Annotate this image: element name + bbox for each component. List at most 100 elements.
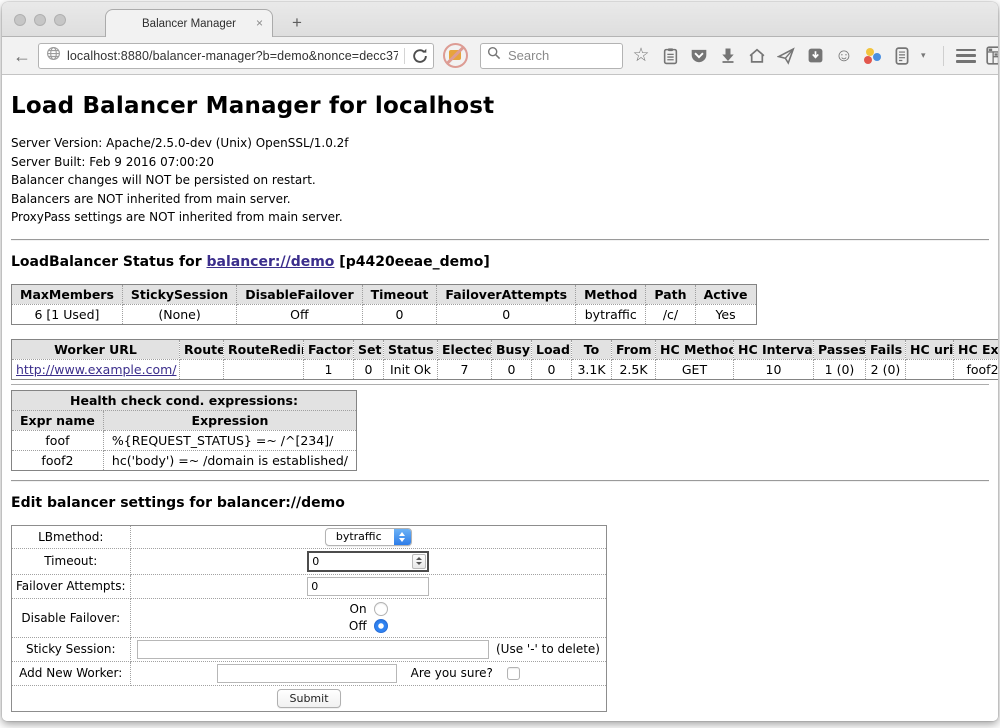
chat-smiley-icon[interactable]: ☺ [834, 46, 854, 66]
header-cell: DisableFailover [237, 284, 362, 304]
radio-on-label: On [350, 602, 367, 616]
minimize-window-button[interactable] [34, 14, 46, 26]
header-cell: Busy [492, 339, 532, 359]
form-row-disable-failover: Disable Failover: On Off [12, 598, 607, 637]
submit-button[interactable]: Submit [277, 689, 340, 708]
inherit-warning-line: Balancers are NOT inherited from main se… [11, 190, 989, 209]
reload-icon[interactable] [411, 47, 429, 65]
notes-panel-icon[interactable] [892, 46, 912, 66]
cell: Yes [695, 304, 756, 324]
health-check-table: Health check cond. expressions: Expr nam… [11, 390, 357, 471]
url-bar[interactable]: localhost:8880/balancer-manager?b=demo&n… [38, 43, 434, 69]
back-button[interactable]: ← [10, 44, 34, 68]
toolbar-separator [943, 46, 944, 66]
cell: foof [12, 430, 104, 450]
header-cell: Load [532, 339, 572, 359]
table-row: http://www.example.com/ 1 0 Init Ok 7 0 … [12, 359, 999, 379]
site-identity-globe-icon[interactable] [46, 46, 61, 66]
window-controls [14, 14, 66, 26]
browser-tab[interactable]: Balancer Manager × [105, 9, 273, 37]
close-window-button[interactable] [14, 14, 26, 26]
loadbalancer-status-heading: LoadBalancer Status for balancer://demo … [11, 254, 989, 270]
header-cell: HC Expr [954, 339, 999, 359]
number-stepper-icon[interactable] [412, 554, 426, 569]
table-header-row: Expr name Expression [12, 410, 357, 430]
cell [224, 359, 304, 379]
zoom-window-button[interactable] [54, 14, 66, 26]
cell: 0 [492, 359, 532, 379]
cell: Off [237, 304, 362, 324]
cell: 0 [532, 359, 572, 379]
header-cell: Expression [103, 410, 356, 430]
cell: (None) [122, 304, 236, 324]
menu-hamburger-icon[interactable] [956, 46, 976, 66]
home-icon[interactable] [747, 46, 767, 66]
health-table-title: Health check cond. expressions: [12, 390, 357, 410]
disable-failover-on-radio[interactable] [374, 602, 388, 616]
reader-download-icon[interactable] [805, 46, 825, 66]
balancer-settings-form: LBmethod: bytraffic Timeout: [11, 525, 607, 712]
worker-url-link[interactable]: http://www.example.com/ [16, 362, 176, 377]
proxypass-warning-line: ProxyPass settings are NOT inherited fro… [11, 208, 989, 227]
header-cell: Active [695, 284, 756, 304]
chevron-down-icon[interactable]: ▾ [921, 50, 931, 61]
tab-groups-icon[interactable] [985, 46, 998, 66]
form-row-add-worker: Add New Worker: Are you sure? [12, 661, 607, 685]
url-text[interactable]: localhost:8880/balancer-manager?b=demo&n… [67, 49, 398, 63]
search-input[interactable] [506, 47, 606, 64]
header-cell: Fails [866, 339, 906, 359]
table-row: foof2 hc('body') =~ /domain is establish… [12, 450, 357, 470]
failover-attempts-input[interactable] [307, 577, 429, 596]
form-row-lbmethod: LBmethod: bytraffic [12, 525, 607, 548]
timeout-input[interactable] [309, 553, 411, 570]
close-tab-icon[interactable]: × [256, 17, 263, 29]
pocket-icon[interactable] [689, 46, 709, 66]
server-built-line: Server Built: Feb 9 2016 07:00:20 [11, 153, 989, 172]
header-cell: StickySession [122, 284, 236, 304]
cell [180, 359, 224, 379]
form-row-failover-attempts: Failover Attempts: [12, 574, 607, 598]
header-cell: Elected [438, 339, 492, 359]
cell: bytraffic [576, 304, 646, 324]
radio-off-label: Off [349, 619, 367, 633]
cell: 7 [438, 359, 492, 379]
header-cell: Factor [304, 339, 354, 359]
form-row-sticky-session: Sticky Session: (Use '-' to delete) [12, 637, 607, 661]
cell: hc('body') =~ /domain is established/ [103, 450, 356, 470]
table-header-row: MaxMembers StickySession DisableFailover… [12, 284, 757, 304]
lbmethod-selected-value: bytraffic [336, 530, 394, 543]
bookmark-star-icon[interactable]: ☆ [631, 46, 651, 66]
confirm-checkbox[interactable] [507, 667, 520, 680]
cell: 2.5K [612, 359, 656, 379]
server-info: Server Version: Apache/2.5.0-dev (Unix) … [11, 134, 989, 227]
adblock-disabled-icon[interactable] [443, 43, 468, 68]
balancer-status-table: MaxMembers StickySession DisableFailover… [11, 284, 757, 325]
clipboard-icon[interactable] [660, 46, 680, 66]
header-cell: Path [646, 284, 695, 304]
header-cell: Route [180, 339, 224, 359]
send-plane-icon[interactable] [776, 46, 796, 66]
search-bar[interactable] [480, 43, 623, 69]
header-cell: Timeout [362, 284, 437, 304]
hello-dots-icon[interactable] [863, 46, 883, 66]
cell: 2 (0) [866, 359, 906, 379]
window-titlebar: Balancer Manager × + [2, 2, 998, 37]
header-cell: Method [576, 284, 646, 304]
cell: Init Ok [384, 359, 438, 379]
divider [11, 239, 989, 241]
disable-failover-off-radio[interactable] [374, 619, 388, 633]
new-tab-button[interactable]: + [285, 13, 309, 33]
download-icon[interactable] [718, 46, 738, 66]
lbmethod-select[interactable]: bytraffic [325, 528, 412, 546]
table-row: 6 [1 Used] (None) Off 0 0 bytraffic /c/ … [12, 304, 757, 324]
worker-url-cell: http://www.example.com/ [12, 359, 180, 379]
urlbar-divider [404, 48, 405, 64]
add-worker-input[interactable] [217, 664, 397, 683]
header-cell: MaxMembers [12, 284, 123, 304]
form-row-submit: Submit [12, 685, 607, 711]
balancer-demo-link[interactable]: balancer://demo [207, 254, 335, 270]
divider [11, 384, 989, 385]
sticky-session-hint: (Use '-' to delete) [489, 642, 601, 656]
sticky-session-input[interactable] [137, 640, 489, 659]
cell: foof2 [12, 450, 104, 470]
